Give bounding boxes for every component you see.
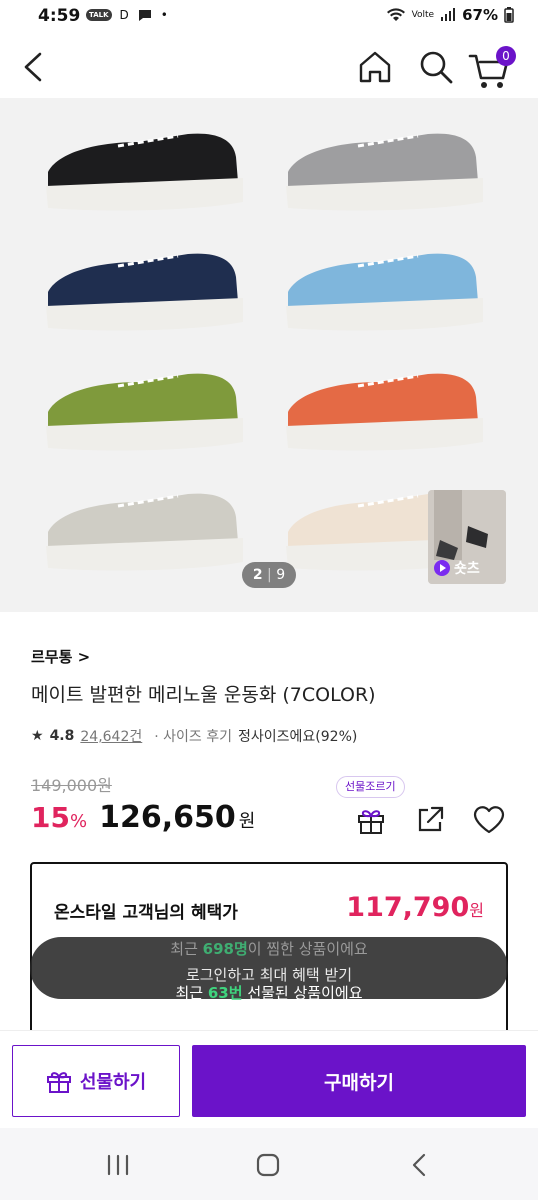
shorts-label-text: 숏츠 bbox=[454, 561, 480, 577]
gift-request-icon[interactable] bbox=[355, 804, 387, 836]
dot-icon: • bbox=[160, 8, 168, 22]
brand-link[interactable]: 르무통 > bbox=[31, 646, 90, 667]
shoe-image-navy bbox=[46, 253, 243, 331]
shoe-image-skyblue bbox=[286, 253, 483, 331]
system-icons: Volte 67% bbox=[386, 6, 514, 24]
wishlist-count: 698명 bbox=[202, 940, 248, 958]
sale-price-unit: 원 bbox=[238, 811, 256, 832]
talk-icon: TALK bbox=[86, 9, 112, 21]
recent-apps-icon[interactable] bbox=[104, 1154, 132, 1176]
search-icon[interactable] bbox=[417, 48, 455, 86]
status-time: 4:59 bbox=[38, 6, 81, 26]
page-current: 2 bbox=[252, 567, 263, 583]
home-icon[interactable] bbox=[356, 48, 394, 86]
size-review-value: 정사이즈에요(92%) bbox=[238, 729, 358, 745]
product-title: 메이트 발편한 메리노울 운동화 (7COLOR) bbox=[31, 684, 376, 706]
volte-icon: Volte bbox=[411, 10, 435, 20]
battery-icon bbox=[504, 7, 514, 23]
buy-button[interactable]: 구매하기 bbox=[192, 1045, 526, 1117]
shoe-image-beige bbox=[46, 493, 243, 571]
original-price: 149,000원 bbox=[31, 776, 112, 795]
wishlist-ticker-prefix: 최근 bbox=[170, 940, 203, 958]
gift-ticker-prefix: 최근 bbox=[175, 984, 208, 1002]
shorts-label: 숏츠 bbox=[434, 558, 480, 578]
home-nav-icon[interactable] bbox=[255, 1152, 281, 1178]
share-icon[interactable] bbox=[414, 804, 446, 836]
benefit-label: 온스타일 고객님의 혜택가 bbox=[54, 903, 238, 923]
status-bar: 4:59 TALK D • Volte 67% bbox=[0, 0, 538, 34]
cart-count-badge: 0 bbox=[496, 46, 516, 66]
wifi-icon bbox=[386, 7, 405, 21]
back-nav-icon[interactable] bbox=[408, 1152, 432, 1178]
gift-button[interactable]: 선물하기 bbox=[12, 1045, 180, 1117]
cart-button[interactable]: 0 bbox=[468, 46, 520, 88]
discount-percent-sign: % bbox=[69, 811, 88, 832]
benefit-price-unit: 원 bbox=[469, 901, 484, 920]
rating-score: 4.8 bbox=[49, 728, 75, 744]
product-image-gallery[interactable]: 2 | 9 숏츠 bbox=[0, 98, 538, 612]
app-bar: 0 bbox=[0, 34, 538, 98]
gift-ticker-suffix: 선물된 상품이에요 bbox=[242, 984, 363, 1002]
play-icon bbox=[434, 560, 450, 576]
gift-request-tag: 선물조르기 bbox=[336, 776, 405, 798]
chat-bubble-icon bbox=[138, 10, 151, 21]
shoe-image-orange bbox=[286, 373, 483, 451]
heart-icon[interactable] bbox=[472, 804, 506, 836]
notification-icons: TALK D • bbox=[86, 8, 168, 22]
size-review-label: · 사이즈 후기 bbox=[154, 729, 233, 745]
gift-ticker: 최근 63번 선물된 상품이에요 bbox=[0, 982, 538, 1003]
battery-percent: 67% bbox=[462, 6, 498, 24]
shoe-image-black bbox=[46, 133, 243, 211]
shoe-image-gray bbox=[286, 133, 483, 211]
benefit-price: 117,790원 bbox=[346, 892, 484, 923]
back-icon[interactable] bbox=[18, 50, 50, 84]
star-icon: ★ bbox=[31, 728, 44, 744]
discount-rate: 15 bbox=[31, 801, 70, 834]
benefit-price-value: 117,790 bbox=[346, 892, 470, 923]
review-count-link[interactable]: 24,642건 bbox=[80, 726, 142, 746]
image-page-indicator: 2 | 9 bbox=[242, 562, 296, 588]
price-row: 15 % 126,650 원 bbox=[31, 800, 255, 835]
page-total: 9 bbox=[276, 567, 286, 583]
purchase-bar: 선물하기 구매하기 bbox=[0, 1030, 538, 1128]
wishlist-ticker-suffix: 이 찜한 상품이에요 bbox=[247, 940, 368, 958]
gift-count: 63번 bbox=[207, 984, 243, 1002]
shorts-thumbnail[interactable]: 숏츠 bbox=[428, 490, 506, 584]
system-nav-bar bbox=[0, 1128, 538, 1200]
rating-row: ★ 4.8 24,642건 · 사이즈 후기 정사이즈에요(92%) bbox=[31, 726, 357, 746]
sale-price: 126,650 bbox=[99, 800, 236, 835]
d-icon: D bbox=[119, 8, 129, 22]
wishlist-ticker: 최근 698명이 찜한 상품이에요 bbox=[0, 938, 538, 959]
gift-button-label: 선물하기 bbox=[79, 1072, 147, 1093]
signal-icon bbox=[441, 8, 456, 21]
gift-icon bbox=[46, 1072, 71, 1093]
shoe-image-olive bbox=[46, 373, 243, 451]
